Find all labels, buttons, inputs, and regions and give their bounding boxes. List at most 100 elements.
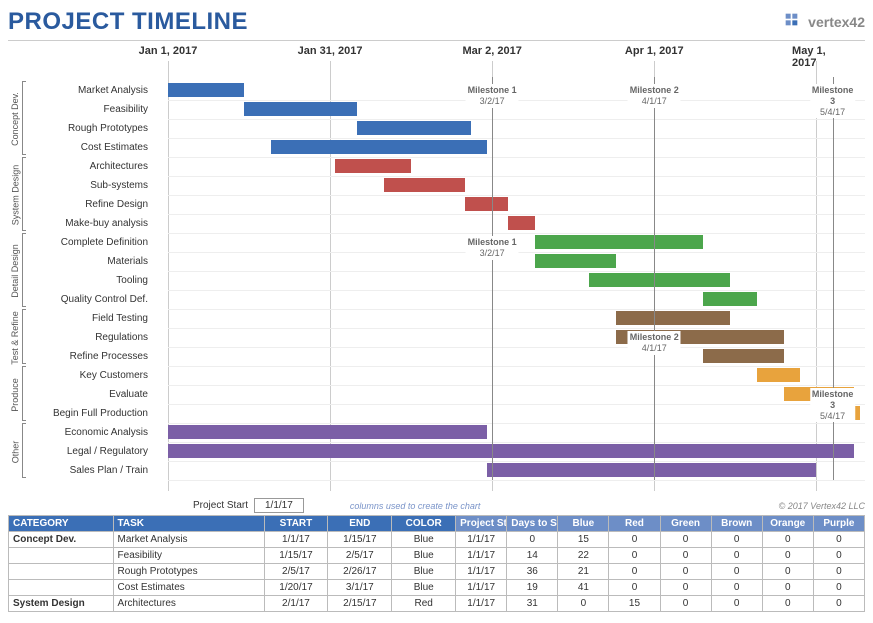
- task-label: Key Customers: [8, 366, 158, 385]
- cell: 2/1/17: [264, 596, 328, 612]
- th-main: END: [328, 516, 392, 532]
- header: PROJECT TIMELINE vertex42: [8, 8, 865, 36]
- cell: 21: [558, 564, 609, 580]
- cell: 0: [762, 532, 813, 548]
- cell: Architectures: [113, 596, 264, 612]
- cell: Red: [392, 596, 456, 612]
- task-label: Materials: [8, 252, 158, 271]
- cell: 0: [609, 548, 660, 564]
- axis-tick: Apr 1, 2017: [625, 45, 684, 57]
- gantt-bar: [168, 83, 244, 97]
- phase-bracket: [22, 309, 26, 364]
- project-start-value: 1/1/17: [254, 498, 304, 513]
- gantt-bar: [757, 368, 800, 382]
- cell: 1/15/17: [264, 548, 328, 564]
- task-label: Economic Analysis: [8, 423, 158, 442]
- data-table-section: Project Start 1/1/17 columns used to cre…: [8, 498, 865, 612]
- axis-tick: Jan 31, 2017: [298, 45, 363, 57]
- phase-bracket: [22, 366, 26, 421]
- cell: 19: [507, 580, 558, 596]
- cell: 0: [711, 596, 762, 612]
- table-body: Concept Dev.Market Analysis1/1/171/15/17…: [9, 532, 865, 612]
- task-label: Refine Processes: [8, 347, 158, 366]
- task-row: Field Testing: [8, 309, 865, 328]
- cell: 0: [609, 564, 660, 580]
- axis-tick: Jan 1, 2017: [139, 45, 198, 57]
- th-sub: Green: [660, 516, 711, 532]
- cell: 14: [507, 548, 558, 564]
- task-label: Legal / Regulatory: [8, 442, 158, 461]
- task-row: Complete Definition: [8, 233, 865, 252]
- gantt-bar: [465, 197, 508, 211]
- cell: 41: [558, 580, 609, 596]
- milestone-label: Milestone 24/1/17: [628, 84, 681, 108]
- cell: 0: [813, 596, 864, 612]
- phase-label: System Design: [8, 157, 22, 233]
- cell: 0: [660, 548, 711, 564]
- cell: 0: [813, 564, 864, 580]
- task-label: Sales Plan / Train: [8, 461, 158, 480]
- cell: 0: [762, 564, 813, 580]
- cell: 15: [558, 532, 609, 548]
- task-row: Begin Full Production: [8, 404, 865, 423]
- task-label: Rough Prototypes: [8, 119, 158, 138]
- task-row: Evaluate: [8, 385, 865, 404]
- gantt-body: Market AnalysisFeasibilityRough Prototyp…: [168, 61, 865, 491]
- project-start-row: Project Start 1/1/17 columns used to cre…: [8, 498, 865, 513]
- table-header-row: CATEGORYTASKSTARTENDCOLORProject StartDa…: [9, 516, 865, 532]
- cell: 0: [660, 564, 711, 580]
- gantt-bar: [244, 102, 357, 116]
- milestone-label: Milestone 35/4/17: [810, 84, 856, 118]
- cell: Market Analysis: [113, 532, 264, 548]
- th-sub: Purple: [813, 516, 864, 532]
- cell: 3/1/17: [328, 580, 392, 596]
- task-label: Field Testing: [8, 309, 158, 328]
- milestone-line: [492, 77, 493, 480]
- x-axis: Jan 1, 2017Jan 31, 2017Mar 2, 2017Apr 1,…: [168, 41, 865, 61]
- task-row: Tooling: [8, 271, 865, 290]
- phase-bracket: [22, 81, 26, 155]
- cell: 0: [660, 580, 711, 596]
- phase-bracket: [22, 423, 26, 478]
- task-row: Architectures: [8, 157, 865, 176]
- phase-bracket: [22, 233, 26, 307]
- cell: Blue: [392, 564, 456, 580]
- cell: 0: [609, 532, 660, 548]
- cell: 0: [711, 532, 762, 548]
- table-row: Rough Prototypes2/5/172/26/17Blue1/1/173…: [9, 564, 865, 580]
- th-sub: Brown: [711, 516, 762, 532]
- phase-bracket: [22, 157, 26, 231]
- cell: System Design: [9, 596, 114, 612]
- cell: 0: [762, 548, 813, 564]
- cell: 0: [660, 532, 711, 548]
- gantt-bar: [703, 349, 784, 363]
- task-label: Begin Full Production: [8, 404, 158, 423]
- gantt-bar: [271, 140, 487, 154]
- task-label: Refine Design: [8, 195, 158, 214]
- cell: 0: [762, 580, 813, 596]
- task-label: Quality Control Def.: [8, 290, 158, 309]
- cell: 0: [762, 596, 813, 612]
- th-main: START: [264, 516, 328, 532]
- cell: 1/1/17: [456, 596, 507, 612]
- cell: Blue: [392, 548, 456, 564]
- phase-label: Detail Design: [8, 233, 22, 309]
- gantt-bar: [616, 311, 729, 325]
- cell: 0: [813, 548, 864, 564]
- milestone-line: [654, 77, 655, 480]
- task-label: Architectures: [8, 157, 158, 176]
- copyright: © 2017 Vertex42 LLC: [779, 501, 865, 511]
- axis-tick: Mar 2, 2017: [463, 45, 522, 57]
- th-sub: Days to Start: [507, 516, 558, 532]
- gantt-bar: [589, 273, 729, 287]
- logo-icon: [784, 12, 804, 32]
- th-sub: Red: [609, 516, 660, 532]
- cell: Rough Prototypes: [113, 564, 264, 580]
- th-sub: Blue: [558, 516, 609, 532]
- columns-hint: columns used to create the chart: [350, 501, 481, 511]
- gantt-bar: [168, 444, 854, 458]
- milestone-label: Milestone 24/1/17: [628, 331, 681, 355]
- cell: 22: [558, 548, 609, 564]
- cell: 0: [660, 596, 711, 612]
- task-row: Market Analysis: [8, 81, 865, 100]
